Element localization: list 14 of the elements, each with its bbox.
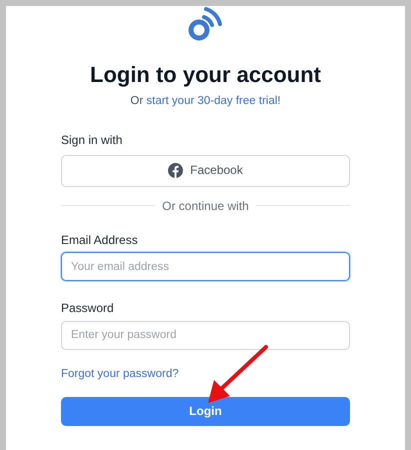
password-field[interactable]: Enter your password [61, 320, 350, 350]
trial-link[interactable]: start your 30-day free trial! [146, 95, 281, 108]
facebook-icon [168, 163, 184, 178]
sign-in-label: Sign in with [61, 133, 124, 148]
logo-icon [188, 6, 224, 42]
page-title: Login to your account [89, 62, 322, 88]
forgot-password-link[interactable]: Forgot your password? [61, 368, 179, 382]
field-label: Email Address [61, 232, 139, 248]
divider-text: Or continue with [162, 198, 249, 213]
login-button[interactable]: Login [61, 396, 350, 426]
subtitle-text: Or [130, 95, 144, 108]
email-field[interactable]: Your email address [61, 252, 350, 282]
field-label: Password [61, 301, 115, 316]
facebook-button[interactable]: Facebook [61, 154, 350, 187]
